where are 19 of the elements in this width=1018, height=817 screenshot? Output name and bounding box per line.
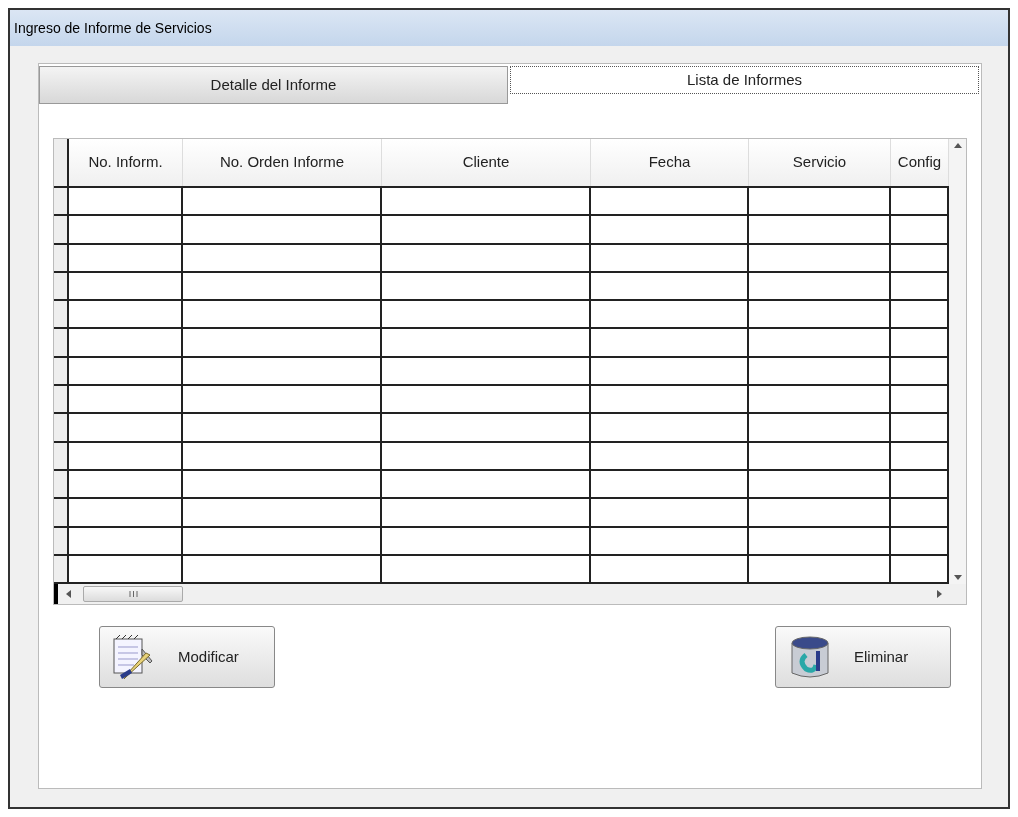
column-header[interactable]: Cliente	[382, 139, 591, 186]
scroll-thumb[interactable]	[83, 586, 183, 603]
vertical-scrollbar[interactable]	[949, 139, 966, 585]
column-header[interactable]: No. Orden Informe	[183, 139, 382, 186]
delete-button[interactable]: Eliminar	[775, 626, 951, 689]
column-header[interactable]: Servicio	[749, 139, 891, 186]
column-header[interactable]: Fecha	[591, 139, 749, 186]
horizontal-scrollbar[interactable]	[54, 584, 966, 605]
column-header[interactable]: No. Inform.	[69, 139, 183, 186]
edit-button[interactable]: Modificar	[99, 626, 275, 689]
tab[interactable]: Detalle del Informe	[39, 66, 508, 104]
scroll-left-icon[interactable]	[66, 590, 71, 599]
scroll-up-icon[interactable]	[953, 143, 962, 148]
column-header[interactable]: Config	[891, 139, 949, 186]
scroll-right-icon[interactable]	[937, 590, 942, 599]
tab[interactable]: Lista de Informes	[510, 66, 979, 94]
grip-icon	[128, 591, 138, 598]
scroll-down-icon[interactable]	[953, 575, 962, 581]
window-title: Ingreso de Informe de Servicios	[10, 10, 1008, 46]
